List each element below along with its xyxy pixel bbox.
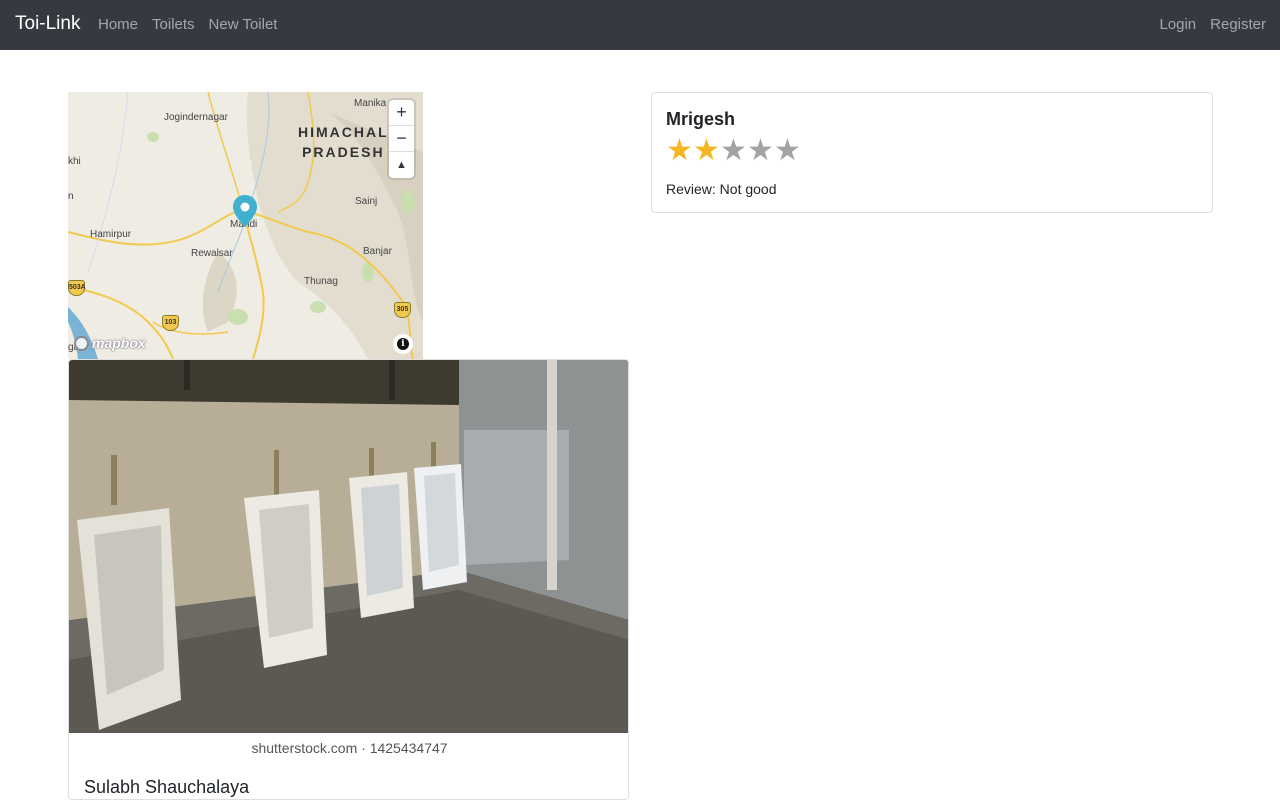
attribution-info-button[interactable]: i [393, 334, 413, 354]
star-filled-icon: ★ [666, 134, 693, 167]
login-link[interactable]: Login [1159, 16, 1196, 33]
star-empty-icon: ★ [747, 134, 774, 167]
map-label-khi: khi [68, 156, 81, 167]
location-marker-icon[interactable] [233, 195, 257, 232]
map-zoom-controls: + − ▲ [389, 100, 414, 178]
compass-button[interactable]: ▲ [389, 152, 414, 178]
navbar: Toi-Link Home Toilets New Toilet Login R… [0, 0, 1280, 50]
map-label-jogindernagar: Jogindernagar [164, 112, 228, 123]
map-label-state-line2: PRADESH [302, 144, 385, 160]
star-filled-icon: ★ [693, 134, 720, 167]
photo-watermark: shutterstock.com · 1425434747 [69, 733, 628, 763]
nav-toilets-link[interactable]: Toilets [152, 16, 195, 33]
auth-links: Login Register [1159, 16, 1266, 33]
review-card: Mrigesh ★ ★ ★ ★ ★ Review: Not good [651, 92, 1213, 213]
map-label-manikaran: Manika [354, 98, 387, 109]
star-rating: ★ ★ ★ ★ ★ [666, 136, 801, 166]
info-icon: i [397, 338, 409, 350]
brand-link[interactable]: Toi-Link [15, 13, 80, 35]
toilet-title: Sulabh Shauchalaya [84, 777, 250, 797]
nav-home-link[interactable]: Home [98, 16, 138, 33]
map-label-thunag: Thunag [304, 276, 338, 287]
register-link[interactable]: Register [1210, 16, 1266, 33]
mapbox-logo-text: mapbox [92, 335, 146, 351]
review-author: Mrigesh [666, 109, 736, 129]
star-empty-icon: ★ [774, 134, 801, 167]
map-label-rewalsar: Rewalsar [191, 248, 233, 259]
zoom-in-button[interactable]: + [389, 100, 414, 126]
map-label-hamirpur: Hamirpur [90, 229, 132, 240]
nav-new-toilet-link[interactable]: New Toilet [209, 16, 278, 33]
mapbox-logo-icon [74, 335, 89, 351]
highway-shield-503a: 503A [68, 280, 86, 296]
highway-shield-305: 305 [394, 302, 411, 318]
map-label-sainj: Sainj [355, 196, 378, 207]
map-label-banjar: Banjar [363, 246, 392, 257]
toilet-card: shutterstock.com · 1425434747 Sulabh Sha… [68, 359, 629, 800]
highway-shield-103: 103 [162, 315, 179, 331]
mapbox-logo[interactable]: mapbox [74, 335, 146, 351]
map[interactable]: Manika Jogindernagar HIMACHAL PRADESH kh… [68, 92, 423, 359]
map-label-state: HIMACHAL PRADESH [298, 122, 389, 162]
zoom-out-button[interactable]: − [389, 126, 414, 152]
map-label-n: n [68, 191, 74, 202]
review-text: Review: Not good [666, 181, 777, 197]
star-empty-icon: ★ [720, 134, 747, 167]
nav-links: Home Toilets New Toilet [98, 16, 277, 33]
map-label-state-line1: HIMACHAL [298, 124, 389, 140]
toilet-photo [69, 360, 628, 733]
